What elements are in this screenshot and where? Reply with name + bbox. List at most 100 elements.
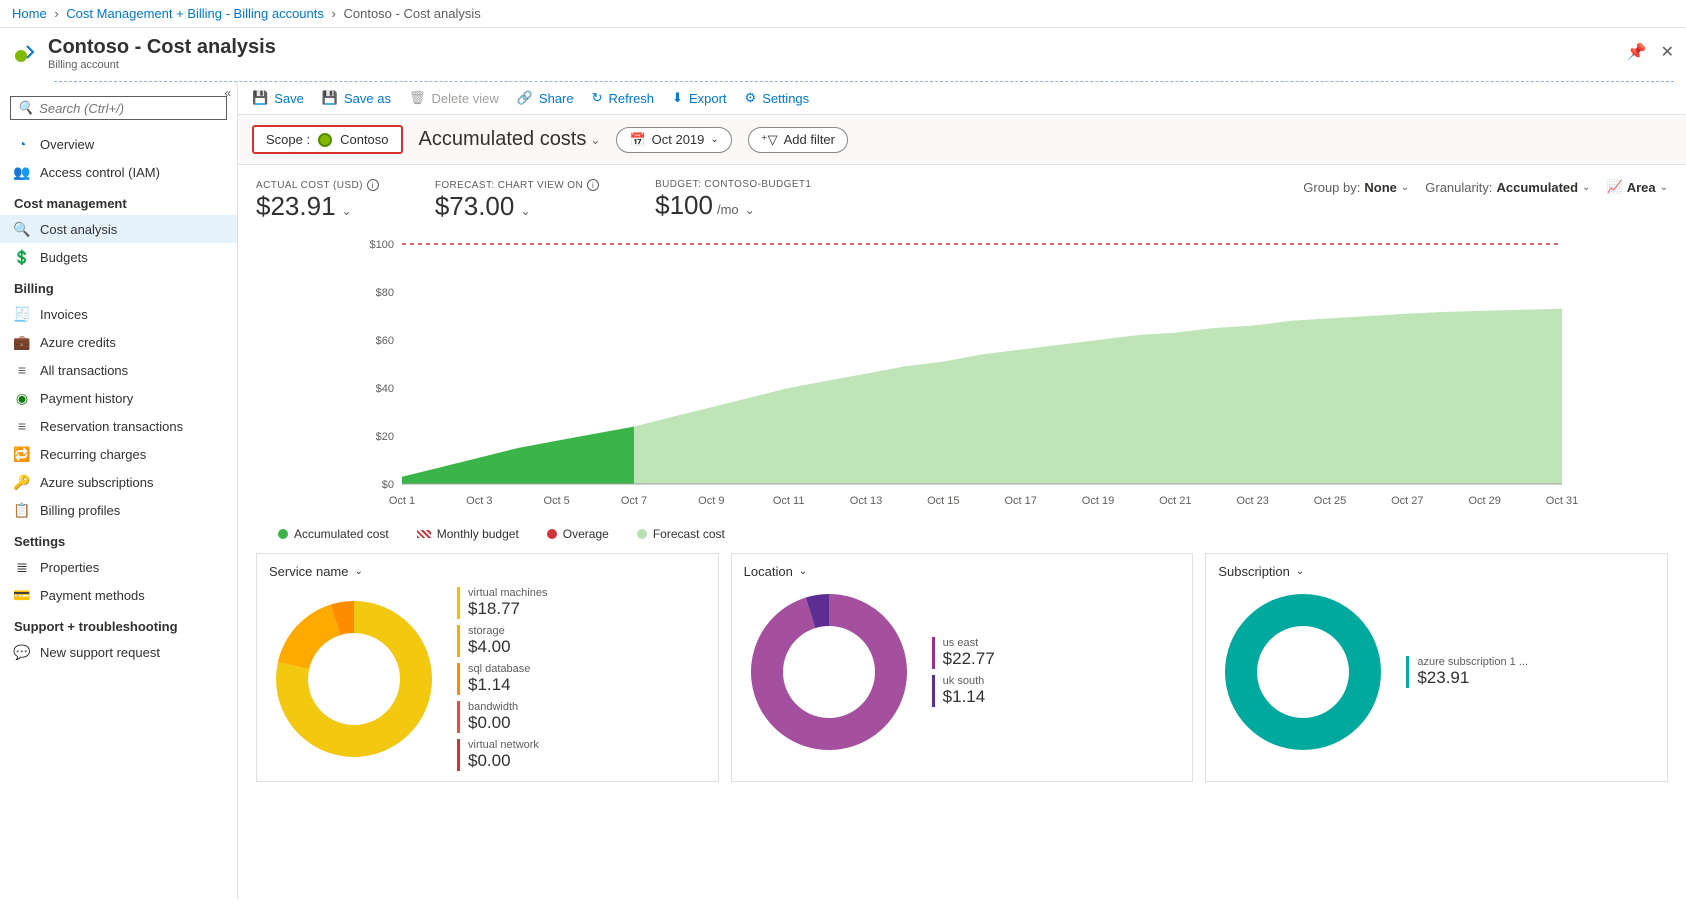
card-title-selector[interactable]: Service name ⌄: [269, 564, 706, 579]
save-icon: 💾: [252, 90, 268, 106]
area-chart-icon: 📈: [1607, 179, 1623, 195]
sidebar-item-azure-subscriptions[interactable]: 🔑Azure subscriptions: [0, 468, 237, 496]
card-legend-item: bandwidth$0.00: [457, 701, 547, 733]
cost-analysis-icon: 🔍: [14, 221, 30, 237]
close-icon[interactable]: ✕: [1661, 42, 1674, 62]
iam-icon: 👥: [14, 164, 30, 180]
card-title-selector[interactable]: Location ⌄: [744, 564, 1181, 579]
save-as-icon: 💾: [322, 90, 338, 106]
sidebar-item-azure-credits[interactable]: 💼Azure credits: [0, 328, 237, 356]
sidebar-item-new-support-request[interactable]: 💬New support request: [0, 638, 237, 666]
sidebar-item-cost-analysis[interactable]: 🔍Cost analysis: [0, 215, 237, 243]
delete-view-button: 🗑Delete view: [409, 90, 499, 106]
card-service-name: Service name ⌄ virtual machines$18.77sto…: [256, 553, 719, 782]
card-legend-item: uk south$1.14: [932, 675, 995, 707]
save-as-button[interactable]: 💾Save as: [322, 90, 391, 106]
svg-text:$60: $60: [376, 335, 394, 347]
chart-type-selector[interactable]: 📈 Area ⌄: [1607, 179, 1669, 195]
donut-chart: [1218, 587, 1388, 757]
kpi-actual-cost[interactable]: ACTUAL COST (USD) i $23.91⌄: [256, 179, 379, 222]
sidebar-section-title: Cost management: [0, 186, 237, 215]
granularity-selector[interactable]: Granularity: Accumulated ⌄: [1425, 180, 1590, 195]
profiles-icon: 📋: [14, 502, 30, 518]
payment-methods-icon: 💳: [14, 587, 30, 603]
scope-selector[interactable]: Scope : Contoso: [252, 125, 403, 154]
breadcrumb: Home › Cost Management + Billing - Billi…: [0, 0, 1686, 28]
export-button[interactable]: ⬇Export: [672, 90, 726, 106]
breadcrumb-home[interactable]: Home: [12, 6, 47, 21]
svg-text:Oct 21: Oct 21: [1159, 495, 1191, 507]
svg-text:Oct 15: Oct 15: [927, 495, 959, 507]
refresh-button[interactable]: ↻Refresh: [592, 90, 654, 106]
svg-text:Oct 17: Oct 17: [1004, 495, 1036, 507]
add-filter-button[interactable]: ⁺▽ Add filter: [748, 127, 848, 153]
transactions-icon: ≡: [14, 362, 30, 378]
sidebar-item-billing-profiles[interactable]: 📋Billing profiles: [0, 496, 237, 524]
legend-item: Accumulated cost: [278, 527, 389, 541]
sidebar-item-all-transactions[interactable]: ≡All transactions: [0, 356, 237, 384]
main-chart: $0$20$40$60$80$100Oct 1Oct 3Oct 5Oct 7Oc…: [238, 222, 1686, 523]
sidebar-section-title: Billing: [0, 271, 237, 300]
subscriptions-icon: 🔑: [14, 474, 30, 490]
sidebar-item-recurring-charges[interactable]: 🔁Recurring charges: [0, 440, 237, 468]
card-legend-item: azure subscription 1 ...$23.91: [1406, 656, 1528, 688]
kpi-budget[interactable]: BUDGET: CONTOSO-BUDGET1 $100/mo⌄: [655, 179, 811, 221]
donut-chart: [744, 587, 914, 757]
kpi-forecast[interactable]: FORECAST: CHART VIEW ON i $73.00⌄: [435, 179, 599, 222]
donut-chart: [269, 594, 439, 764]
card-title-selector[interactable]: Subscription ⌄: [1218, 564, 1655, 579]
properties-icon: ≣: [14, 559, 30, 575]
filter-icon: ⁺▽: [761, 132, 778, 148]
sidebar-item-payment-history[interactable]: ◉Payment history: [0, 384, 237, 412]
sidebar-item-budgets[interactable]: 💲Budgets: [0, 243, 237, 271]
page-subtitle: Billing account: [48, 59, 276, 71]
svg-text:Oct 3: Oct 3: [466, 495, 492, 507]
svg-text:Oct 23: Oct 23: [1236, 495, 1268, 507]
svg-text:Oct 29: Oct 29: [1468, 495, 1500, 507]
svg-text:$100: $100: [370, 239, 394, 251]
info-icon: i: [367, 179, 379, 191]
sidebar-item-access-control-iam-[interactable]: 👥Access control (IAM): [0, 158, 237, 186]
export-icon: ⬇: [672, 90, 683, 106]
collapse-sidebar-icon[interactable]: «: [224, 86, 231, 100]
legend-item: Overage: [547, 527, 609, 541]
pin-icon[interactable]: 📌: [1627, 42, 1647, 62]
search-input[interactable]: 🔍: [10, 96, 227, 120]
svg-text:Oct 11: Oct 11: [773, 495, 805, 507]
card-subscription: Subscription ⌄ azure subscription 1 ...$…: [1205, 553, 1668, 782]
budgets-icon: 💲: [14, 249, 30, 265]
group-by-selector[interactable]: Group by: None ⌄: [1303, 180, 1409, 195]
sidebar-item-overview[interactable]: ◔Overview: [0, 130, 237, 158]
svg-text:$40: $40: [376, 383, 394, 395]
sidebar-item-reservation-transactions[interactable]: ≡Reservation transactions: [0, 412, 237, 440]
svg-text:Oct 5: Oct 5: [544, 495, 570, 507]
sidebar-section-title: Support + troubleshooting: [0, 609, 237, 638]
settings-button[interactable]: ⚙Settings: [745, 90, 810, 106]
sidebar-item-properties[interactable]: ≣Properties: [0, 553, 237, 581]
support-icon: 💬: [14, 644, 30, 660]
svg-text:$20: $20: [376, 431, 394, 443]
main-content: 💾Save 💾Save as 🗑Delete view 🔗Share ↻Refresh ⬇…: [238, 82, 1686, 899]
card-legend-item: sql database$1.14: [457, 663, 547, 695]
card-legend-item: storage$4.00: [457, 625, 547, 657]
save-button[interactable]: 💾Save: [252, 90, 304, 106]
reservations-icon: ≡: [14, 418, 30, 434]
legend-item: Forecast cost: [637, 527, 725, 541]
view-selector[interactable]: Accumulated costs⌄: [419, 128, 601, 151]
svg-text:Oct 13: Oct 13: [850, 495, 882, 507]
svg-text:Oct 7: Oct 7: [621, 495, 647, 507]
share-button[interactable]: 🔗Share: [517, 90, 574, 106]
breadcrumb-billing[interactable]: Cost Management + Billing - Billing acco…: [66, 6, 324, 21]
date-range-selector[interactable]: 📅 Oct 2019⌄: [616, 127, 731, 153]
settings-icon: ⚙: [745, 90, 757, 106]
svg-text:$80: $80: [376, 287, 394, 299]
cost-analysis-icon: [12, 41, 38, 67]
sidebar-section-title: Settings: [0, 524, 237, 553]
sidebar-item-payment-methods[interactable]: 💳Payment methods: [0, 581, 237, 609]
card-location: Location ⌄ us east$22.77uk south$1.14: [731, 553, 1194, 782]
sidebar-item-invoices[interactable]: 🧾Invoices: [0, 300, 237, 328]
svg-text:Oct 25: Oct 25: [1314, 495, 1346, 507]
info-icon: i: [587, 179, 599, 191]
toolbar: 💾Save 💾Save as 🗑Delete view 🔗Share ↻Refresh ⬇…: [238, 82, 1686, 115]
invoices-icon: 🧾: [14, 306, 30, 322]
